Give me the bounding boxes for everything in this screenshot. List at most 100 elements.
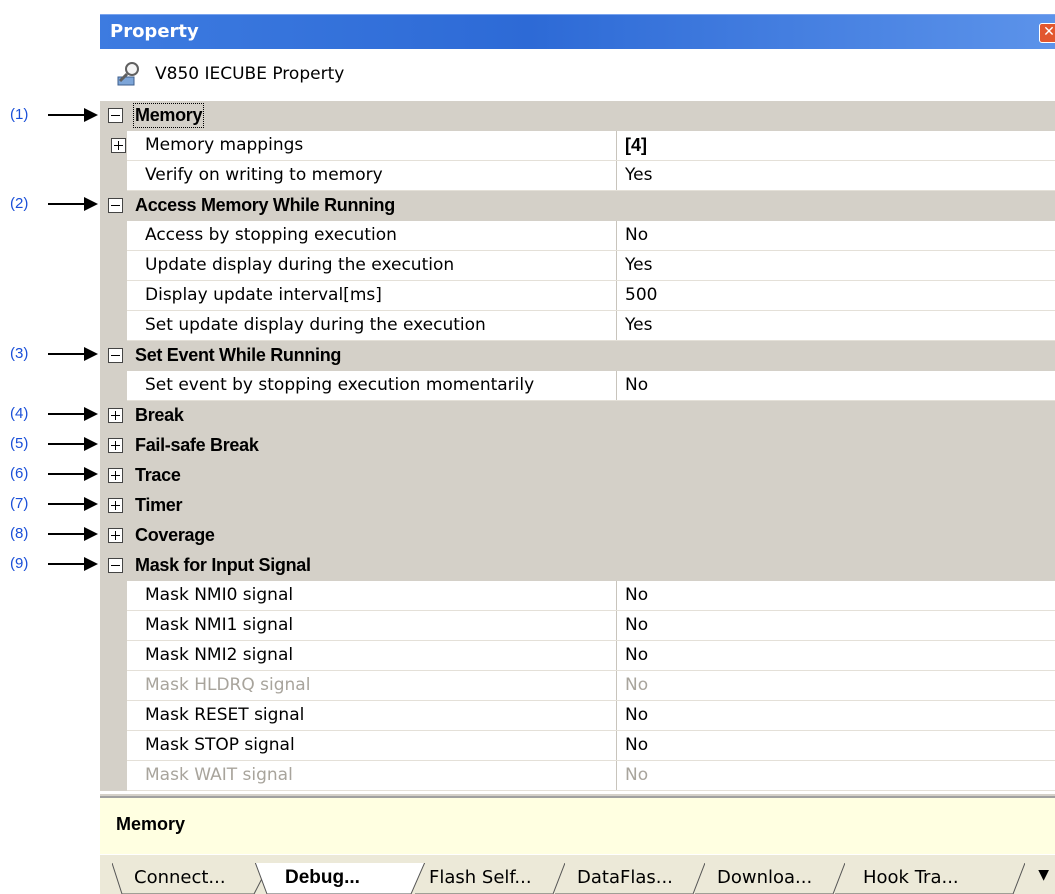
callout-label: (4) [10, 405, 29, 422]
expand-icon[interactable] [108, 498, 123, 513]
tab-overflow-icon[interactable]: ▼ [1038, 867, 1049, 883]
property-name: Set event by stopping execution momentar… [145, 375, 535, 395]
property-row-set-update-display[interactable]: Set update display during the execution … [100, 311, 1055, 341]
property-name: Display update interval[ms] [145, 285, 382, 305]
property-value[interactable]: No [625, 615, 648, 635]
property-row-memory-mappings[interactable]: Memory mappings [4] [100, 131, 1055, 161]
property-name: Mask WAIT signal [145, 765, 293, 785]
property-value[interactable]: Yes [625, 315, 652, 335]
property-row-update-display[interactable]: Update display during the execution Yes [100, 251, 1055, 281]
tab-dataflash[interactable]: DataFlas... [555, 863, 705, 894]
tab-flash-self[interactable]: Flash Self... [415, 863, 565, 894]
property-row-update-interval[interactable]: Display update interval[ms] 500 [100, 281, 1055, 311]
category-label: Break [135, 405, 184, 425]
description-text: Memory [116, 814, 186, 834]
property-value[interactable]: No [625, 225, 648, 245]
category-memory[interactable]: Memory [100, 101, 1055, 131]
tab-bar: Connect... Debug... Flash Self... DataFl… [100, 854, 1055, 894]
collapse-icon[interactable] [108, 348, 123, 363]
property-row-mask-reset[interactable]: Mask RESET signal No [100, 701, 1055, 731]
row-gutter [100, 161, 127, 191]
category-coverage[interactable]: Coverage [100, 521, 1055, 551]
property-value: No [625, 675, 649, 695]
property-name: Update display during the execution [145, 255, 455, 275]
category-access-memory[interactable]: Access Memory While Running [100, 191, 1055, 221]
property-name: Access by stopping execution [145, 225, 397, 245]
callout-label: (8) [10, 525, 29, 542]
property-row-mask-nmi1[interactable]: Mask NMI1 signal No [100, 611, 1055, 641]
expand-icon[interactable] [108, 438, 123, 453]
expand-icon[interactable] [111, 138, 126, 153]
callout-8: (8) [0, 523, 100, 547]
row-gutter [100, 251, 127, 281]
expand-icon[interactable] [108, 468, 123, 483]
expand-icon[interactable] [108, 528, 123, 543]
property-grid: Memory Memory mappings [4] Verify on wri… [100, 101, 1055, 794]
category-mask-input-signal[interactable]: Mask for Input Signal [100, 551, 1055, 581]
property-value[interactable]: No [625, 735, 648, 755]
category-label: Mask for Input Signal [135, 555, 311, 575]
property-row-set-event-stop[interactable]: Set event by stopping execution momentar… [100, 371, 1055, 401]
property-row-verify-writing[interactable]: Verify on writing to memory Yes [100, 161, 1055, 191]
tab-debug[interactable]: Debug... [255, 863, 425, 894]
column-separator [616, 671, 617, 701]
tab-connect[interactable]: Connect... [112, 863, 270, 894]
panel-title-bar[interactable]: Property ✕ [100, 14, 1055, 49]
callout-annotations: (1) (2) (3) (4) (5) (6) (7) (8) (9) [0, 0, 100, 894]
column-separator [616, 281, 617, 311]
column-separator [616, 611, 617, 641]
collapse-icon[interactable] [108, 108, 123, 123]
category-set-event[interactable]: Set Event While Running [100, 341, 1055, 371]
row-gutter [100, 641, 127, 671]
category-timer[interactable]: Timer [100, 491, 1055, 521]
category-label: Coverage [135, 525, 215, 545]
callout-7: (7) [0, 493, 100, 517]
row-gutter [100, 281, 127, 311]
category-failsafe-break[interactable]: Fail-safe Break [100, 431, 1055, 461]
description-pane: Memory [100, 796, 1055, 854]
property-value[interactable]: Yes [625, 255, 652, 275]
property-value[interactable]: Yes [625, 165, 652, 185]
property-row-mask-hldrq: Mask HLDRQ signal No [100, 671, 1055, 701]
arrow-right-icon [48, 197, 98, 211]
property-name: Memory mappings [145, 135, 304, 155]
column-separator [616, 641, 617, 671]
category-trace[interactable]: Trace [100, 461, 1055, 491]
expand-icon[interactable] [108, 408, 123, 423]
arrow-right-icon [48, 557, 98, 571]
collapse-icon[interactable] [108, 558, 123, 573]
property-wrench-icon [117, 62, 139, 86]
column-separator [616, 731, 617, 761]
callout-6: (6) [0, 463, 100, 487]
callout-label: (9) [10, 555, 29, 572]
category-label: Access Memory While Running [135, 195, 395, 215]
property-row-mask-wait: Mask WAIT signal No [100, 761, 1055, 791]
property-header: V850 IECUBE Property [100, 49, 1055, 101]
category-label: Trace [135, 465, 181, 485]
property-row-mask-nmi0[interactable]: Mask NMI0 signal No [100, 581, 1055, 611]
property-value[interactable]: No [625, 705, 648, 725]
panel-title: Property [110, 21, 199, 42]
tab-download[interactable]: Downloa... [695, 863, 845, 894]
callout-label: (6) [10, 465, 29, 482]
property-value[interactable]: No [625, 585, 648, 605]
collapse-icon[interactable] [108, 198, 123, 213]
property-row-access-stop[interactable]: Access by stopping execution No [100, 221, 1055, 251]
category-label: Timer [135, 495, 183, 515]
callout-2: (2) [0, 193, 100, 217]
close-icon[interactable]: ✕ [1039, 23, 1055, 43]
row-gutter [100, 371, 127, 401]
property-value[interactable]: No [625, 645, 648, 665]
property-value[interactable]: 500 [625, 285, 657, 305]
property-value[interactable]: [4] [625, 135, 647, 156]
category-break[interactable]: Break [100, 401, 1055, 431]
property-name: Mask RESET signal [145, 705, 305, 725]
arrow-right-icon [48, 347, 98, 361]
row-divider [127, 790, 1055, 791]
property-name: Verify on writing to memory [145, 165, 383, 185]
property-row-mask-nmi2[interactable]: Mask NMI2 signal No [100, 641, 1055, 671]
property-value[interactable]: No [625, 375, 648, 395]
tab-hook-trace[interactable]: Hook Tra... [835, 863, 1025, 894]
property-name: Mask STOP signal [145, 735, 295, 755]
property-row-mask-stop[interactable]: Mask STOP signal No [100, 731, 1055, 761]
